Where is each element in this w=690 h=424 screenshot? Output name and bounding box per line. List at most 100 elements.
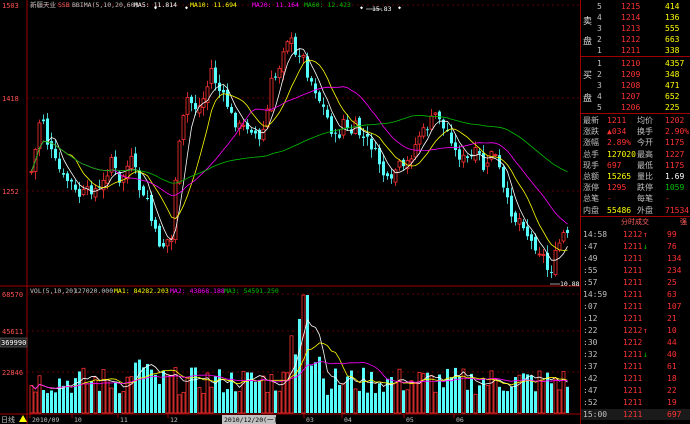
candle-body	[506, 188, 509, 198]
kline-chart[interactable]: 新疆天业 SSB BBIMA(5,10,20,60) MA5: 11.814 M…	[0, 0, 690, 424]
quote-row: 涨跌 ▲034 换手 2.90%	[581, 126, 690, 137]
candlesticks	[29, 32, 569, 279]
tick-price: 1211	[623, 398, 643, 407]
event-diamond-icon[interactable]: ◆	[398, 5, 401, 11]
tick-row[interactable]: :57 1211 25	[581, 277, 690, 288]
candle-body	[493, 154, 498, 157]
candle-body	[289, 37, 294, 44]
volume-bar	[185, 376, 190, 414]
candle-body	[417, 135, 422, 145]
tick-row[interactable]: :22 1212 ↑ 10	[581, 325, 690, 336]
volume-bar	[566, 386, 569, 413]
bid-row[interactable]: 3 1208 471	[581, 80, 690, 91]
candle-body	[530, 234, 533, 241]
volume-bar	[234, 391, 237, 413]
quote-value: 1202	[665, 116, 685, 125]
volume-bar	[37, 375, 42, 414]
volume-bar	[534, 391, 537, 413]
volume-bar	[514, 377, 517, 413]
ma10-readout: MA10: 11.694	[190, 1, 237, 9]
tick-row[interactable]: 14:58 1212 ↑ 99	[581, 229, 690, 240]
tick-price: 1212	[623, 230, 643, 239]
tick-time: 14:59	[583, 290, 608, 299]
quote-label: 跌停	[637, 183, 653, 193]
event-diamond-icon[interactable]: ◆	[360, 5, 363, 11]
bid-row[interactable]: 1 1210 4357	[581, 58, 690, 69]
tick-row[interactable]: 15:00 1211 697	[581, 409, 690, 420]
quote-label: 外盘	[637, 205, 653, 215]
volume-bar	[378, 383, 381, 413]
bid-price: 1208	[621, 81, 641, 90]
volume-bar	[473, 393, 478, 414]
quote-panel: 5 1215 414 4 1214 136 3 1213 555 2 1212 663 1 1211 338…	[580, 0, 690, 424]
tick-row[interactable]: :07 1211 107	[581, 301, 690, 312]
event-diamond-icon[interactable]: ◆	[154, 5, 157, 11]
candle-body	[485, 162, 490, 167]
volume-bar	[237, 391, 242, 414]
tick-row[interactable]: :42 1211 18	[581, 373, 690, 384]
quote-row: 总笔 - 每笔 -	[581, 193, 690, 204]
volume-bar	[98, 390, 101, 413]
tick-volume: 21	[667, 314, 677, 323]
quote-value: 1.69	[665, 172, 685, 181]
bid-price: 1207	[621, 92, 641, 101]
bid-row[interactable]: 2 1209 348	[581, 69, 690, 80]
tick-row[interactable]: :47 1211 ↓ 76	[581, 241, 690, 252]
volume-bar	[478, 385, 481, 413]
volume-bar	[470, 373, 473, 413]
ask-row[interactable]: 2 1212 663	[581, 34, 690, 45]
bid-price: 1206	[621, 103, 641, 112]
ask-volume: 555	[665, 24, 680, 33]
tick-price: 1211	[623, 278, 643, 287]
bid-row[interactable]: 4 1207 652	[581, 91, 690, 102]
candle-body	[566, 229, 569, 233]
volume-bar	[230, 372, 233, 413]
volume-bar	[142, 367, 145, 413]
quote-row: 总手 127020 最高 1227	[581, 149, 690, 160]
tick-row[interactable]: :49 1211 134	[581, 253, 690, 264]
tick-row[interactable]: :55 1211 234	[581, 265, 690, 276]
ask-row[interactable]: 4 1214 136	[581, 12, 690, 23]
vol-label-current: 369990	[1, 339, 26, 347]
volume-bar	[101, 369, 106, 414]
period-label[interactable]: 日线	[1, 415, 15, 424]
volume-bar	[322, 378, 325, 413]
volume-bar	[190, 367, 193, 413]
tick-row[interactable]: :30 1212 44	[581, 337, 690, 348]
volume-bar	[85, 383, 90, 414]
quote-value: 2.90%	[665, 127, 690, 137]
candle-body	[338, 134, 341, 138]
candle-body	[466, 156, 469, 158]
candle-body	[185, 96, 190, 115]
tick-row[interactable]: :32 1211 ↓ 40	[581, 349, 690, 360]
volume-bar	[58, 378, 61, 413]
volume-bar	[557, 389, 562, 414]
tick-row[interactable]: :37 1211 61	[581, 361, 690, 372]
tick-row[interactable]: :52 1211 19	[581, 397, 690, 408]
bid-row[interactable]: 5 1206 225	[581, 102, 690, 113]
tick-row[interactable]: :12 1211 21	[581, 313, 690, 324]
tick-row[interactable]: :47 1211 22	[581, 385, 690, 396]
tick-volume: 61	[667, 362, 677, 371]
candle-body	[42, 119, 45, 122]
stock-code: SSB	[58, 1, 70, 9]
vol-label-low: 22846	[2, 369, 23, 377]
date-label: 10	[74, 416, 82, 424]
ask-row[interactable]: 5 1215 414	[581, 1, 690, 12]
event-diamond-icon[interactable]: ◆	[185, 5, 188, 11]
candle-body	[214, 67, 217, 84]
volume-bar	[393, 382, 398, 414]
candle-body	[482, 152, 485, 171]
volume-bar	[114, 381, 117, 413]
volume-bar	[54, 392, 57, 413]
tick-row[interactable]: 14:59 1211 63	[581, 289, 690, 300]
ask-row[interactable]: 3 1213 555	[581, 23, 690, 34]
candle-body	[74, 184, 77, 190]
tick-volume: 697	[667, 410, 682, 419]
candle-body	[265, 108, 270, 128]
quote-label: 最高	[637, 149, 653, 159]
ask-row[interactable]: 1 1211 338	[581, 45, 690, 56]
high-annotation: 15.83	[372, 5, 392, 13]
candle-body	[234, 112, 237, 128]
ask-volume: 414	[665, 2, 680, 11]
